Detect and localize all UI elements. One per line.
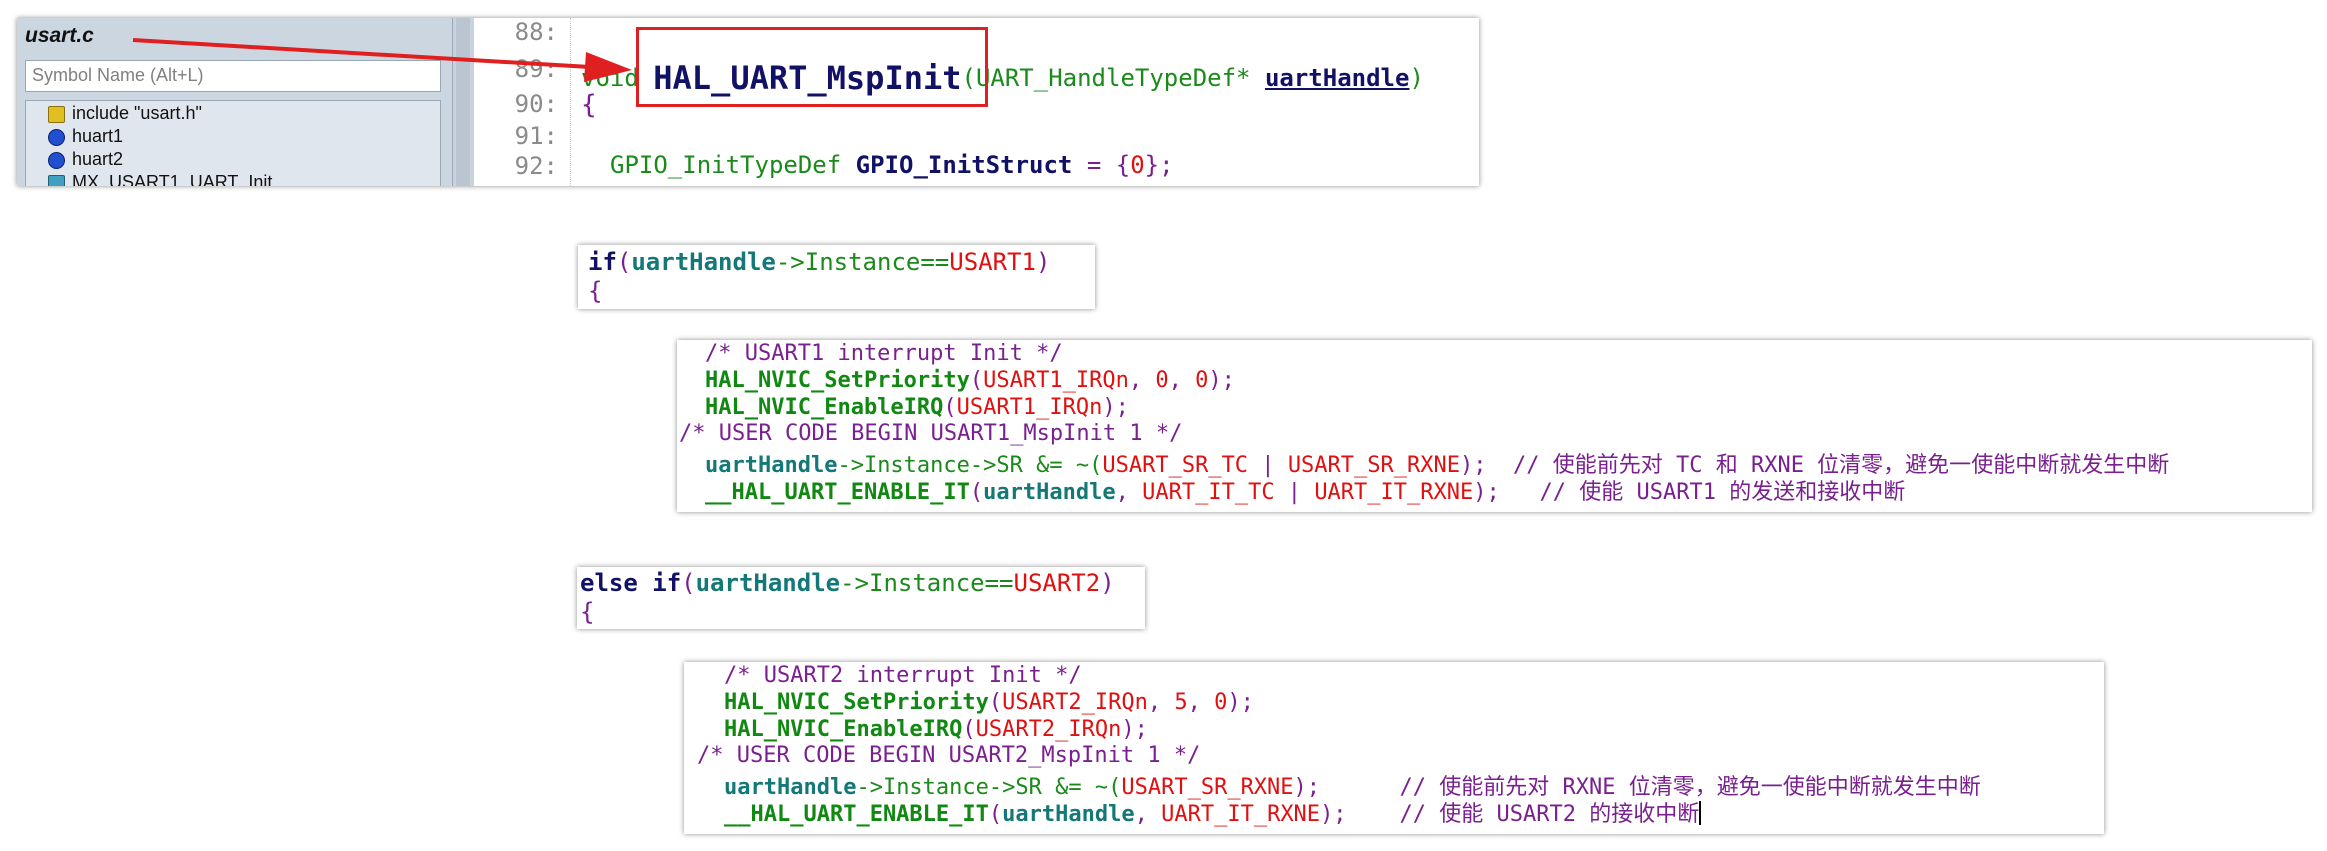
paren: ); [1473,480,1500,505]
separator: , [1115,480,1143,505]
arg: USART2_IRQn [1002,690,1148,715]
arg: USART1_IRQn [983,368,1129,393]
function-call: __HAL_UART_ENABLE_IT [705,480,970,505]
paren: ) [1035,248,1051,276]
paren: ); [1102,395,1129,420]
separator: , [1134,802,1162,827]
arg: USART2_IRQn [975,717,1122,742]
if-usart1-panel: if(uartHandle->Instance==USART1) { [578,245,1095,309]
separator: , [1168,368,1196,393]
paren: ( [988,802,1003,827]
code-brace: { [588,277,603,305]
paren: ( [962,717,976,742]
handle-name: uartHandle [1002,802,1135,827]
code-line-if: if(uartHandle->Instance==USART1) [588,248,1050,276]
instance-value: USART2 [1013,569,1101,597]
function-call: HAL_NVIC_EnableIRQ [705,395,944,420]
operator: | [1274,480,1315,505]
paren: ( [616,248,632,276]
arg: 5 [1174,690,1188,715]
comment-line: /* USER CODE BEGIN USART2_MspInit 1 */ [697,743,1201,768]
keyword-else-if: else if [580,569,682,597]
paren: ); [1320,802,1347,827]
separator: , [1147,690,1175,715]
code-line-else-if: else if(uartHandle->Instance==USART2) [580,569,1115,597]
keyword-if: if [588,248,617,276]
else-if-usart2-panel: else if(uartHandle->Instance==USART2) { [577,567,1145,629]
code-line-enable-it: __HAL_UART_ENABLE_IT(uartHandle, UART_IT… [724,796,1702,828]
code-line-enableirq: HAL_NVIC_EnableIRQ(USART2_IRQn); [724,717,1148,742]
code-comment: // 使能 USART1 的发送和接收中断 [1539,480,1906,505]
arg: 0 [1214,690,1228,715]
function-call: HAL_NVIC_EnableIRQ [724,717,963,742]
code-brace: { [580,598,595,626]
usart1-body-panel: /* USART1 interrupt Init */ HAL_NVIC_Set… [677,340,2312,512]
comment-line: /* USER CODE BEGIN USART1_MspInit 1 */ [679,421,1183,446]
paren: ); [1121,717,1148,742]
code-comment: // 使能 USART2 的接收中断 [1399,802,1700,827]
separator: , [1187,690,1215,715]
paren: ( [943,395,957,420]
arg: USART1_IRQn [956,395,1103,420]
text-cursor [1699,801,1702,825]
function-call: HAL_NVIC_SetPriority [705,368,970,393]
flag: UART_IT_RXNE [1314,480,1474,505]
instance-value: USART1 [949,248,1036,276]
comment-line: /* USART2 interrupt Init */ [724,663,1082,688]
arg: 0 [1195,368,1209,393]
member-access: ->Instance== [775,248,950,276]
paren: ) [1100,569,1115,597]
paren: ); [1227,690,1254,715]
handle-name: uartHandle [631,248,776,276]
handle-name: uartHandle [695,569,841,597]
separator: , [1128,368,1156,393]
code-line-setpriority: HAL_NVIC_SetPriority(USART1_IRQn, 0, 0); [705,368,1235,393]
paren: ); [1208,368,1235,393]
function-call: __HAL_UART_ENABLE_IT [724,802,989,827]
comment-line: /* USART1 interrupt Init */ [705,341,1063,366]
code-line-enableirq: HAL_NVIC_EnableIRQ(USART1_IRQn); [705,395,1129,420]
code-line-enable-it: __HAL_UART_ENABLE_IT(uartHandle, UART_IT… [705,474,1905,506]
paren: ( [681,569,696,597]
arg: 0 [1155,368,1169,393]
usart2-body-panel: /* USART2 interrupt Init */ HAL_NVIC_Set… [684,662,2104,834]
member-access: ->Instance== [840,569,1014,597]
code-line-setpriority: HAL_NVIC_SetPriority(USART2_IRQn, 5, 0); [724,690,1254,715]
handle-name: uartHandle [983,480,1116,505]
flag: UART_IT_TC [1142,480,1275,505]
flag: UART_IT_RXNE [1161,802,1321,827]
paren: ( [969,480,984,505]
function-call: HAL_NVIC_SetPriority [724,690,989,715]
paren: ( [988,690,1003,715]
paren: ( [969,368,984,393]
